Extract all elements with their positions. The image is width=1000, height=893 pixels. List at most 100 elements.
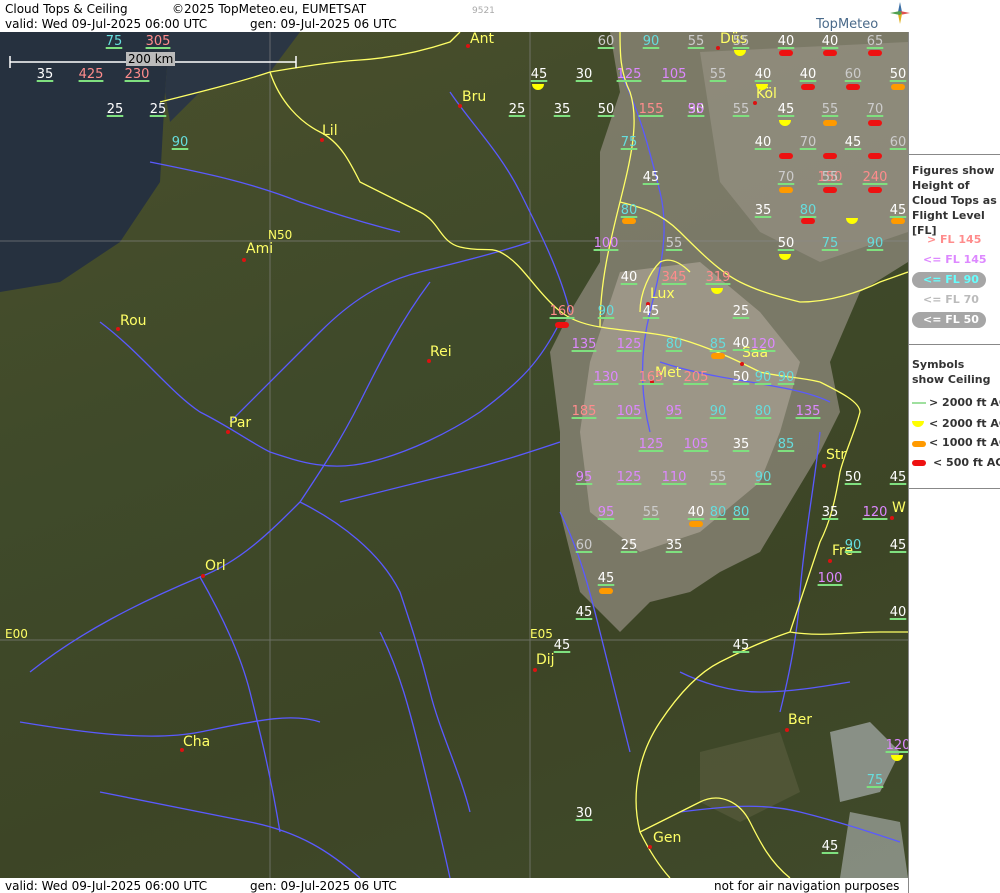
footer-generated-time: gen: 09-Jul-2025 06 UTC — [250, 879, 397, 893]
legend-red-bar-icon — [912, 460, 926, 466]
compass-logo-icon — [890, 2, 910, 24]
cloud-top-figure: 45 — [597, 571, 615, 586]
cloud-top-figure: 70 — [799, 135, 817, 150]
cloud-top-figure: 90 — [777, 370, 795, 385]
city-marker-icon — [242, 258, 246, 262]
cloud-top-figure: 90 — [597, 304, 615, 319]
map-overlay — [0, 32, 908, 878]
cloud-top-figure: 85 — [777, 437, 795, 452]
cloud-top-figure: 95 — [665, 404, 683, 419]
cloud-top-figure: 345 — [661, 270, 687, 285]
cloud-top-figure: 40 — [777, 34, 795, 49]
cloud-top-figure: 35 — [732, 437, 750, 452]
cloud-top-figure: 45 — [642, 304, 660, 319]
grid-label-n50: N50 — [268, 228, 293, 242]
cloud-top-figure: 40 — [620, 270, 638, 285]
cloud-top-figure: 45 — [777, 102, 795, 117]
cloud-top-figure: 60 — [889, 135, 907, 150]
cloud-top-figure: 80 — [754, 404, 772, 419]
ceiling-symbol-red — [823, 50, 837, 56]
cloud-top-figure: 45 — [732, 638, 750, 653]
cloud-top-figure: 90 — [642, 34, 660, 49]
cloud-top-figure: 125 — [638, 437, 664, 452]
cloud-top-figure: 125 — [616, 337, 642, 352]
cloud-top-figure: 85 — [709, 337, 727, 352]
legend-green-line-icon — [912, 402, 926, 404]
cloud-top-figure: 55 — [687, 34, 705, 49]
cloud-top-figure: 135 — [571, 337, 597, 352]
ceiling-symbol-orange — [689, 521, 703, 527]
legend-ceiling-above-2000: > 2000 ft AGL — [929, 396, 1000, 409]
cloud-top-figure: 95 — [575, 470, 593, 485]
cloud-top-figure: 35 — [553, 102, 571, 117]
generated-time: gen: 09-Jul-2025 06 UTC — [250, 17, 397, 31]
cloud-top-figure: 160 — [549, 304, 575, 319]
cloud-top-figure: 90 — [844, 538, 862, 553]
cloud-top-figure: 30 — [575, 806, 593, 821]
cloud-top-figure: 125 — [616, 470, 642, 485]
city-marker-icon — [740, 362, 744, 366]
city-label: Ber — [788, 712, 812, 728]
city-label: Ant — [470, 32, 494, 47]
cloud-top-figure: 230 — [124, 67, 150, 82]
brand-logo: TopMeteo — [816, 17, 879, 32]
cloud-top-figure: 65 — [866, 34, 884, 49]
cloud-top-figure: 50 — [889, 67, 907, 82]
cloud-top-figure: 70 — [866, 102, 884, 117]
cloud-top-figure: 70 — [777, 170, 795, 185]
city-label: Dij — [536, 652, 555, 668]
legend-ceiling-below-500: < 500 ft AGL — [933, 456, 1000, 469]
cloud-top-figure: 50 — [777, 236, 795, 251]
cloud-top-figure: 90 — [754, 470, 772, 485]
grid-label-e05: E05 — [530, 627, 553, 641]
cloud-top-figure: 45 — [889, 538, 907, 553]
cloud-top-figure: 185 — [571, 404, 597, 419]
legend-figures-title: Figures show Height of Cloud Tops as Fli… — [912, 164, 997, 237]
cloud-top-figure: 120 — [885, 738, 908, 753]
ceiling-symbol-orange — [711, 353, 725, 359]
legend-yellow-halfcircle-icon — [912, 421, 924, 427]
cloud-top-figure: 75 — [620, 135, 638, 150]
cloud-top-figure: 45 — [821, 839, 839, 854]
cloud-top-figure: 40 — [889, 605, 907, 620]
cloud-top-figure: 50 — [844, 470, 862, 485]
city-label: Bru — [462, 89, 487, 105]
ceiling-symbol-orange — [891, 218, 905, 224]
city-label: Gen — [653, 830, 682, 846]
cloud-top-figure: 35 — [821, 505, 839, 520]
cloud-top-figure: 35 — [665, 538, 683, 553]
legend-fl-le-70: <= FL 70 — [923, 293, 979, 306]
legend-ceiling-below-1000: < 1000 ft AGL — [929, 436, 1000, 449]
cloud-top-figure: 60 — [575, 538, 593, 553]
cloud-top-figure: 45 — [889, 203, 907, 218]
cloud-top-figure: 25 — [508, 102, 526, 117]
ceiling-symbol-red — [868, 187, 882, 193]
cloud-top-figure: 40 — [687, 505, 705, 520]
cloud-top-figure: 40 — [821, 34, 839, 49]
cloud-top-figure: 45 — [575, 605, 593, 620]
cloud-top-figure: 50 — [732, 370, 750, 385]
ceiling-symbol-red — [823, 153, 837, 159]
cloud-top-figure: 75 — [105, 34, 123, 49]
city-label: W — [892, 500, 906, 516]
cloud-top-figure: 45 — [553, 638, 571, 653]
cloud-top-figure: 55 — [709, 67, 727, 82]
valid-time: valid: Wed 09-Jul-2025 06:00 UTC — [5, 17, 208, 31]
cloud-top-figure: 130 — [593, 370, 619, 385]
satellite-map[interactable]: 200 km N50 E00 E05 Ant Bru Lil Ami Rou Rei Par… — [0, 32, 908, 878]
cloud-top-figure: 305 — [145, 34, 171, 49]
cloud-top-figure: 95 — [687, 102, 705, 117]
cloud-top-figure: 135 — [795, 404, 821, 419]
cloud-top-figure: 105 — [661, 67, 687, 82]
ceiling-symbol-orange — [622, 218, 636, 224]
footer-disclaimer: not for air navigation purposes — [714, 879, 900, 893]
cloud-top-figure: 60 — [597, 34, 615, 49]
cloud-top-figure: 75 — [866, 773, 884, 788]
ceiling-symbol-orange — [599, 588, 613, 594]
cloud-top-figure: 25 — [106, 102, 124, 117]
cloud-top-figure: 40 — [732, 336, 750, 351]
cloud-top-figure: 25 — [149, 102, 167, 117]
cloud-top-figure: 125 — [616, 67, 642, 82]
cloud-top-figure: 45 — [844, 135, 862, 150]
ceiling-symbol-orange — [891, 84, 905, 90]
